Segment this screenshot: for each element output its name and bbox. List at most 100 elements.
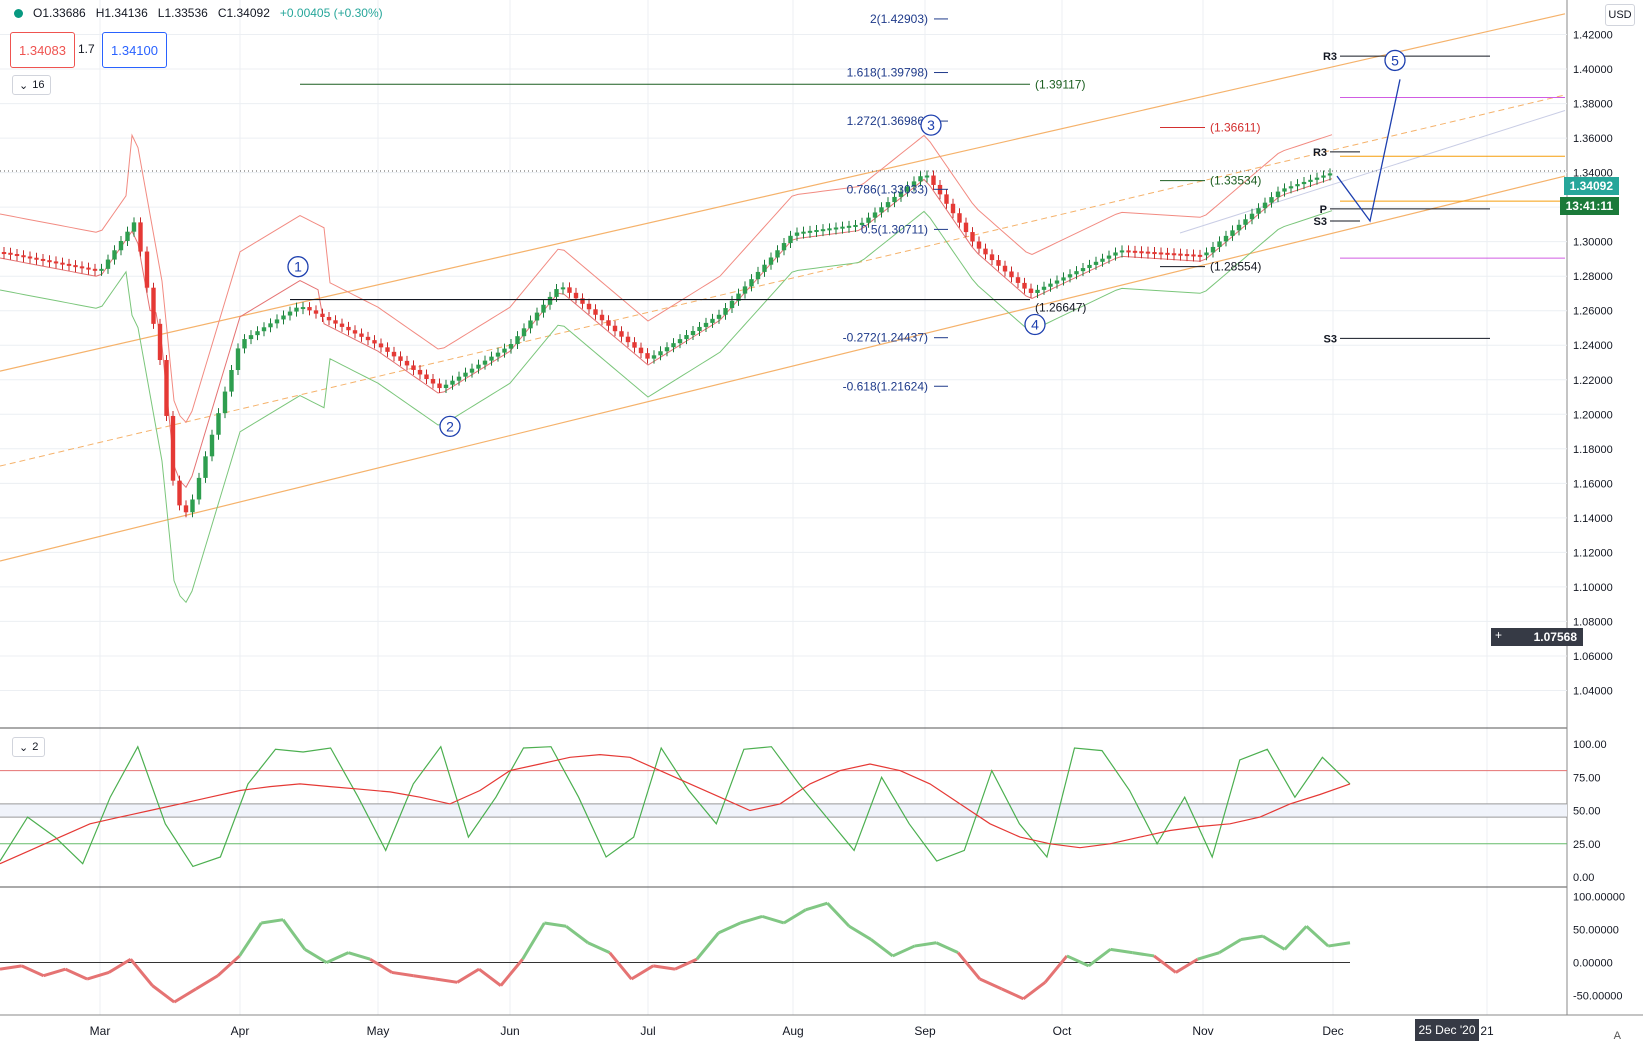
- chart-root[interactable]: Mar Apr May Jun Jul Aug Sep Oct Nov Dec 21 1.04000 1…: [0, 0, 1643, 1048]
- candle-body: [567, 287, 572, 293]
- fib-level-label: 1.272(1.36986): [847, 114, 928, 128]
- candle-body: [1282, 188, 1287, 192]
- ohlc-high: H1.34136: [95, 6, 148, 20]
- x-tick-label: Jun: [500, 1024, 519, 1038]
- candle-body: [775, 250, 780, 258]
- y-tick-label: 1.38000: [1573, 99, 1613, 111]
- y-tick-label: 1.22000: [1573, 375, 1613, 387]
- wave-label: 1: [294, 259, 302, 275]
- momentum-segment: [848, 924, 872, 941]
- fib-level-label: 0.5(1.30711): [861, 222, 928, 236]
- candle-body: [1113, 252, 1118, 256]
- momentum-segment: [914, 941, 937, 948]
- candle-body: [209, 434, 215, 457]
- level-label: (1.28554): [1210, 260, 1261, 274]
- momentum-segment: [544, 921, 567, 928]
- candle-body: [638, 347, 644, 354]
- momentum-segment: [521, 922, 546, 961]
- momentum-segment: [587, 941, 611, 955]
- momentum-segment: [1066, 954, 1090, 968]
- candle-body: [489, 356, 494, 361]
- candle-body: [21, 255, 26, 258]
- x-tick-label: Oct: [1053, 1024, 1072, 1038]
- candle-body: [976, 241, 982, 249]
- pivot-label: P: [1320, 204, 1327, 216]
- momentum-segment: [195, 974, 219, 991]
- momentum-segment: [935, 941, 959, 955]
- candle-body: [281, 315, 286, 320]
- candle-body: [1262, 202, 1268, 209]
- osc-y-tick-label: 50.00: [1573, 806, 1601, 818]
- y-tick-label: 1.24000: [1573, 340, 1613, 352]
- candle-body: [677, 339, 683, 344]
- candle-body: [1093, 261, 1099, 265]
- candle-body: [469, 368, 475, 373]
- spread-value: 1.7: [78, 42, 95, 56]
- indicators-collapse-button[interactable]: ⌄ 16: [12, 75, 52, 95]
- candle-body: [502, 348, 507, 353]
- candle-body: [463, 372, 468, 377]
- candle-body: [1165, 252, 1170, 255]
- candle-body: [989, 254, 995, 261]
- candle-body: [554, 289, 559, 297]
- momentum-segment: [391, 970, 414, 978]
- momentum-segment: [1218, 938, 1242, 954]
- pivot-label: R3: [1313, 147, 1327, 159]
- candle-body: [619, 331, 624, 337]
- candle-body: [313, 310, 319, 314]
- momentum-segment: [261, 918, 284, 925]
- momentum-segment: [630, 964, 655, 981]
- candle-body: [950, 203, 956, 214]
- momentum-segment: [826, 902, 851, 928]
- x-tick-label: 21: [1480, 1024, 1494, 1038]
- fib-level-label: -0.618(1.21624): [843, 379, 928, 393]
- candle-body: [216, 413, 221, 435]
- momentum-segment: [1110, 947, 1133, 955]
- candle-body: [508, 344, 514, 349]
- momentum-segment: [1000, 987, 1025, 1001]
- candle-body: [788, 235, 793, 244]
- buy-button[interactable]: 1.34100: [102, 32, 167, 68]
- candle-body: [443, 384, 449, 389]
- sell-button[interactable]: 1.34083: [10, 32, 75, 68]
- candle-body: [710, 318, 715, 323]
- candle-body: [359, 333, 364, 337]
- candle-body: [1197, 254, 1203, 257]
- momentum-segment: [151, 984, 176, 1004]
- momentum-segment: [739, 914, 763, 925]
- candle-body: [528, 320, 533, 329]
- candle-body: [66, 263, 72, 266]
- candle-body: [1087, 264, 1092, 269]
- plus-icon[interactable]: +: [1495, 628, 1502, 642]
- candle-body: [833, 227, 839, 230]
- candle-body: [846, 225, 852, 228]
- x-tick-label: Jul: [640, 1024, 655, 1038]
- candle-body: [547, 296, 553, 305]
- candle-body: [742, 286, 748, 294]
- candle-body: [1249, 213, 1255, 220]
- auto-scale-button[interactable]: A: [1614, 1030, 1621, 1042]
- candle-body: [482, 360, 488, 365]
- candle-body: [261, 327, 267, 332]
- currency-button[interactable]: USD: [1605, 4, 1635, 26]
- candle-body: [1171, 253, 1177, 256]
- candle-body: [1041, 286, 1047, 290]
- candle-body: [645, 353, 650, 359]
- candle-body: [807, 230, 813, 233]
- momentum-segment: [238, 922, 263, 957]
- candle-body: [8, 252, 13, 255]
- momentum-segment: [304, 948, 328, 964]
- y-tick-label: 1.40000: [1573, 64, 1613, 76]
- candle-body: [476, 364, 481, 369]
- momentum-segment: [1022, 981, 1047, 1001]
- osc-y-tick-label: 75.00: [1573, 772, 1601, 784]
- mom-y-tick-label: 100.00000: [1573, 892, 1625, 904]
- chart-canvas[interactable]: Mar Apr May Jun Jul Aug Sep Oct Nov Dec 211.040001…: [0, 0, 1643, 1048]
- oscillator-collapse-button[interactable]: ⌄ 2: [12, 737, 46, 757]
- x-tick-label: Apr: [231, 1024, 250, 1038]
- candle-body: [1327, 173, 1333, 176]
- candle-body: [1217, 241, 1222, 247]
- candle-body: [593, 309, 598, 315]
- candle-body: [1009, 271, 1014, 278]
- candle-body: [1074, 271, 1079, 275]
